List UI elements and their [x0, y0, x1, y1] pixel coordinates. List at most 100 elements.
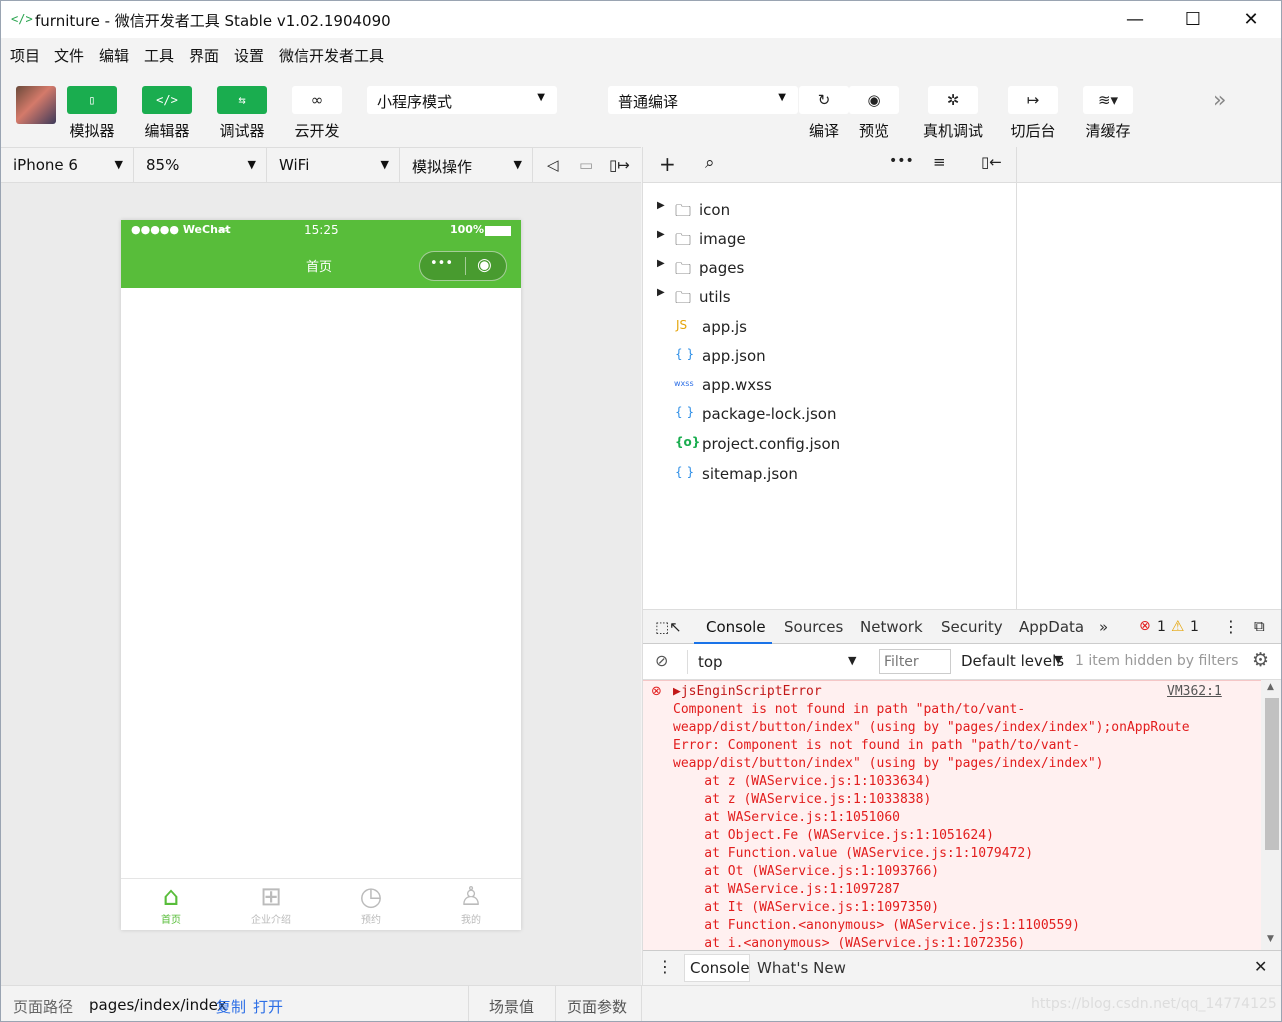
- detach-icon[interactable]: ▯↦: [609, 156, 630, 174]
- close-drawer-icon[interactable]: ✕: [1254, 957, 1267, 976]
- clear-console-icon[interactable]: ⊘: [655, 651, 668, 670]
- menu-project[interactable]: 项目: [10, 45, 40, 66]
- status-divider: [641, 986, 642, 1021]
- editor-button[interactable]: </>: [142, 86, 192, 114]
- tab-sources[interactable]: Sources: [784, 618, 843, 636]
- error-count[interactable]: 1: [1157, 619, 1166, 635]
- real-debug-button[interactable]: ✲: [928, 86, 978, 114]
- preview-button[interactable]: ◉: [849, 86, 899, 114]
- editor-label: 编辑器: [144, 122, 190, 140]
- tab-booking[interactable]: ◷ 预约: [321, 883, 421, 926]
- tab-console[interactable]: Console: [706, 618, 766, 636]
- network-select[interactable]: WiFi ▼: [267, 148, 400, 183]
- mode-select[interactable]: 小程序模式 ▼: [367, 86, 557, 114]
- file-name: app.json: [702, 347, 766, 365]
- error-icon: ⊗: [1139, 618, 1151, 634]
- window-title: furniture - 微信开发者工具 Stable v1.02.1904090: [35, 12, 391, 30]
- tab-mine[interactable]: ♙ 我的: [421, 883, 521, 926]
- zoom-select[interactable]: 85% ▼: [134, 148, 267, 183]
- menu-view[interactable]: 界面: [189, 45, 219, 66]
- tab-security[interactable]: Security: [941, 618, 1003, 636]
- device-select[interactable]: iPhone 6 ▼: [1, 148, 134, 183]
- operation-select[interactable]: 模拟操作 ▼: [400, 148, 533, 183]
- console-filter-input[interactable]: [879, 649, 951, 674]
- error-summary[interactable]: ▶jsEnginScriptError: [673, 684, 822, 699]
- more-icon[interactable]: •••: [889, 153, 914, 169]
- chevron-right-icon: ▶: [657, 200, 665, 211]
- tab-network[interactable]: Network: [860, 618, 923, 636]
- status-divider: [555, 986, 556, 1021]
- status-bar: 页面路径 pages/index/index 复制 打开 场景值 页面参数 ht…: [1, 985, 1281, 1021]
- drawer-tab-console[interactable]: Console: [690, 959, 750, 977]
- tabs-more-button[interactable]: »: [1099, 618, 1108, 636]
- debugger-label: 调试器: [219, 122, 265, 140]
- collapse-icon[interactable]: ≡: [933, 153, 946, 171]
- cloud-button[interactable]: ∞: [292, 86, 342, 114]
- tab-home[interactable]: ⌂ 首页: [121, 883, 221, 926]
- app-window: </> furniture - 微信开发者工具 Stable v1.02.190…: [0, 0, 1282, 1022]
- tab-appdata[interactable]: AppData: [1019, 618, 1084, 636]
- folder-icon: 🗀: [675, 288, 692, 307]
- menu-settings[interactable]: 设置: [234, 45, 264, 66]
- menu-file[interactable]: 文件: [54, 45, 84, 66]
- close-capsule-icon[interactable]: ◉: [477, 255, 492, 275]
- hidden-items-text: 1 item hidden by filters: [1075, 653, 1239, 669]
- log-line: Component is not found in path "path/to/…: [673, 702, 1026, 717]
- undock-icon[interactable]: ⧉: [1254, 617, 1265, 635]
- menu-wechat-devtools[interactable]: 微信开发者工具: [279, 45, 384, 66]
- sidebar-toggle-icon[interactable]: ▯←: [981, 153, 1002, 171]
- menu-tools[interactable]: 工具: [144, 45, 174, 66]
- debugger-button[interactable]: ⇆: [217, 86, 267, 114]
- log-line: at It (WAService.js:1:1097350): [673, 900, 940, 915]
- chevron-down-icon: ▼: [114, 158, 123, 171]
- add-icon[interactable]: +: [659, 152, 676, 176]
- page-path-label: 页面路径: [13, 998, 74, 1016]
- folder-name: icon: [699, 201, 731, 219]
- app-logo-icon: </>: [11, 12, 33, 26]
- chevron-down-icon: ▼: [247, 158, 256, 171]
- screen-icon[interactable]: ▭: [579, 156, 593, 174]
- copy-link[interactable]: 复制: [216, 996, 246, 1017]
- kebab-menu-icon[interactable]: ⋮: [657, 957, 673, 976]
- page-params-button[interactable]: 页面参数: [567, 996, 627, 1017]
- scroll-thumb[interactable]: [1265, 698, 1279, 850]
- warning-count[interactable]: 1: [1190, 619, 1199, 635]
- source-link[interactable]: VM362:1: [1167, 684, 1222, 699]
- chevron-down-icon: ▼: [380, 158, 389, 171]
- simulator-area: ●●●●● WeChat ≈ 15:25 100% 首页 ••• ◉ ⌂ 首页 ⊞…: [1, 183, 641, 985]
- toolbar-more-button[interactable]: »: [1213, 88, 1226, 113]
- compile-mode-select[interactable]: 普通编译 ▼: [608, 86, 798, 114]
- folder-name: utils: [699, 288, 731, 306]
- more-dots-icon[interactable]: •••: [430, 256, 453, 271]
- scroll-up-icon[interactable]: ▲: [1267, 682, 1274, 692]
- compile-button[interactable]: ↻: [799, 86, 849, 114]
- drawer-tab-whats-new[interactable]: What's New: [757, 959, 846, 977]
- compile-mode-value: 普通编译: [618, 93, 679, 111]
- kebab-menu-icon[interactable]: ⋮: [1223, 617, 1239, 636]
- inspect-icon[interactable]: ⬚↖: [655, 618, 682, 636]
- minimize-button[interactable]: —: [1106, 1, 1164, 38]
- scroll-down-icon[interactable]: ▼: [1267, 934, 1274, 944]
- simulator-button[interactable]: ▯: [67, 86, 117, 114]
- network-value: WiFi: [279, 156, 310, 174]
- open-link[interactable]: 打开: [253, 996, 283, 1017]
- search-icon[interactable]: ⌕: [705, 153, 715, 173]
- clear-cache-button[interactable]: ≋▾: [1083, 86, 1133, 114]
- context-select[interactable]: top ▼: [687, 650, 863, 674]
- menu-edit[interactable]: 编辑: [99, 45, 129, 66]
- capsule-menu[interactable]: ••• ◉: [419, 251, 507, 281]
- log-line: at WAService.js:1:1051060: [673, 810, 900, 825]
- close-button[interactable]: ✕: [1222, 1, 1280, 38]
- console-scrollbar[interactable]: ▲ ▼: [1261, 680, 1281, 950]
- avatar[interactable]: [16, 86, 56, 124]
- maximize-button[interactable]: ☐: [1164, 1, 1222, 38]
- volume-icon[interactable]: ◁: [547, 156, 559, 174]
- background-button[interactable]: ↦: [1008, 86, 1058, 114]
- page-title: 首页: [306, 260, 333, 275]
- levels-select[interactable]: Default levels: [961, 652, 1064, 670]
- gear-icon[interactable]: ⚙: [1252, 649, 1269, 671]
- scene-value-button[interactable]: 场景值: [489, 996, 534, 1017]
- tab-company[interactable]: ⊞ 企业介绍: [221, 883, 321, 926]
- eye-icon: ◉: [867, 91, 881, 109]
- home-icon: ⌂: [162, 882, 180, 912]
